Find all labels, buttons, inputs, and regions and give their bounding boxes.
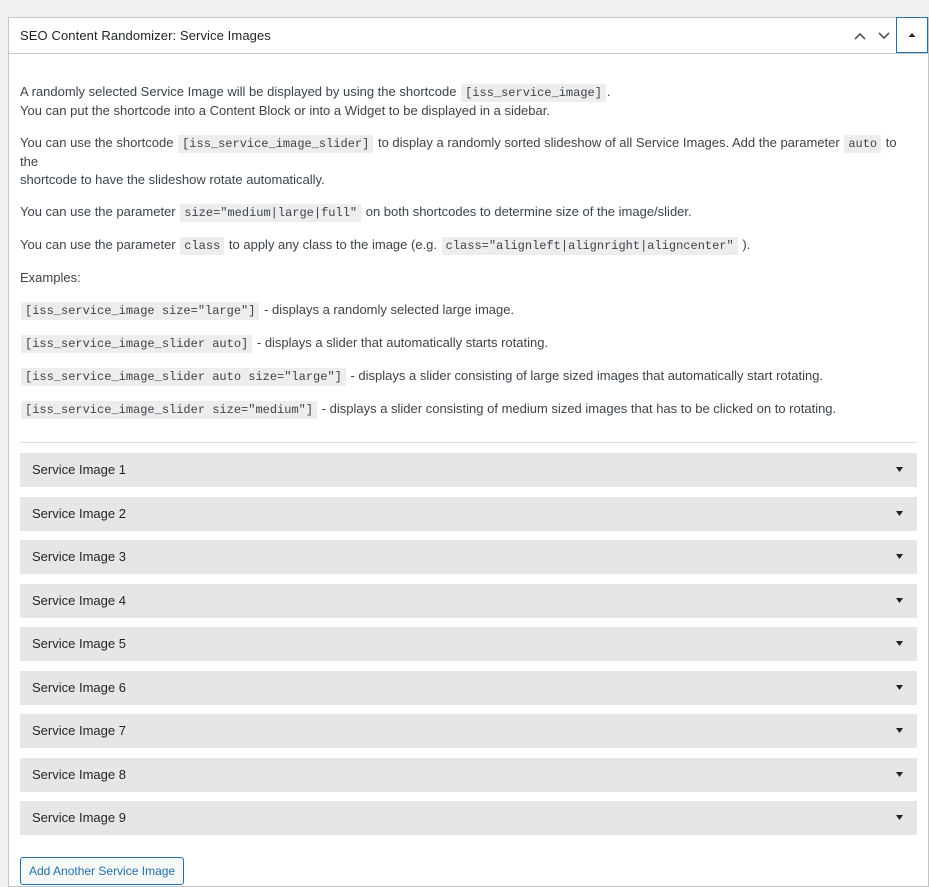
example-code: [iss_service_image_slider auto size="lar… bbox=[21, 368, 346, 386]
service-image-row-9[interactable]: Service Image 9 bbox=[20, 801, 917, 835]
triangle-down-icon bbox=[896, 597, 903, 603]
intro-paragraph: A randomly selected Service Image will b… bbox=[20, 83, 917, 120]
example-desc: - displays a slider consisting of large … bbox=[350, 368, 824, 383]
service-image-label: Service Image 3 bbox=[32, 549, 126, 564]
class-param-code: class bbox=[180, 237, 225, 255]
triangle-down-icon bbox=[896, 554, 903, 559]
triangle-down-icon bbox=[896, 684, 903, 690]
service-image-row-4[interactable]: Service Image 4 bbox=[20, 583, 917, 618]
intro-line-2: You can put the shortcode into a Content… bbox=[20, 103, 550, 118]
triangle-down-icon bbox=[896, 510, 903, 516]
metabox-content: A randomly selected Service Image will b… bbox=[9, 54, 928, 885]
example-code: [iss_service_image size="large"] bbox=[21, 302, 260, 320]
handle-actions bbox=[848, 17, 928, 53]
size-text-b: on both shortcodes to determine size of … bbox=[365, 204, 692, 219]
class-paragraph: You can use the parameter class to apply… bbox=[20, 236, 917, 255]
example-item: [iss_service_image_slider auto] - displa… bbox=[20, 334, 917, 353]
triangle-down-icon bbox=[896, 815, 903, 820]
examples-label: Examples: bbox=[20, 270, 81, 285]
intro-period: . bbox=[606, 84, 611, 99]
shortcode-code: [iss_service_image] bbox=[461, 84, 606, 102]
chevron-up-icon bbox=[854, 32, 866, 40]
service-image-row-8[interactable]: Service Image 8 bbox=[20, 757, 917, 792]
example-item: [iss_service_image size="large"] - displ… bbox=[20, 301, 917, 320]
triangle-down-icon bbox=[896, 641, 903, 646]
class-example-code: class="alignleft|alignright|aligncenter" bbox=[441, 237, 738, 255]
metabox-title: SEO Content Randomizer: Service Images bbox=[20, 28, 271, 43]
service-image-label: Service Image 7 bbox=[32, 723, 126, 738]
section-divider bbox=[20, 442, 917, 443]
move-up-button[interactable] bbox=[848, 18, 872, 53]
example-desc: - displays a randomly selected large ima… bbox=[264, 302, 515, 317]
size-param-code: size="medium|large|full" bbox=[180, 204, 362, 222]
auto-param-code: auto bbox=[844, 135, 882, 153]
intro-text: A randomly selected Service Image will b… bbox=[20, 84, 457, 99]
service-image-row-6[interactable]: Service Image 6 bbox=[20, 670, 917, 705]
service-image-row-5[interactable]: Service Image 5 bbox=[20, 627, 917, 661]
service-image-row-7[interactable]: Service Image 7 bbox=[20, 714, 917, 748]
add-service-image-button[interactable]: Add Another Service Image bbox=[20, 856, 185, 885]
toggle-panel-button[interactable] bbox=[896, 17, 928, 53]
example-desc: - displays a slider that automatically s… bbox=[256, 335, 549, 350]
slider-text-b: to display a randomly sorted slideshow o… bbox=[377, 135, 840, 150]
example-desc: - displays a slider consisting of medium… bbox=[321, 401, 837, 416]
example-code: [iss_service_image_slider size="medium"] bbox=[21, 401, 318, 419]
example-code: [iss_service_image_slider auto] bbox=[21, 335, 253, 353]
slider-paragraph: You can use the shortcode [iss_service_i… bbox=[20, 134, 917, 189]
size-paragraph: You can use the parameter size="medium|l… bbox=[20, 203, 917, 222]
slider-line-2: shortcode to have the slideshow rotate a… bbox=[20, 172, 325, 187]
class-text-b: to apply any class to the image (e.g. bbox=[228, 237, 438, 252]
class-text-a: You can use the parameter bbox=[20, 237, 176, 252]
triangle-down-icon bbox=[896, 771, 903, 777]
service-image-label: Service Image 4 bbox=[32, 592, 126, 608]
service-image-row-2[interactable]: Service Image 2 bbox=[20, 496, 917, 531]
example-item: [iss_service_image_slider auto size="lar… bbox=[20, 367, 917, 386]
metabox-header: SEO Content Randomizer: Service Images bbox=[9, 17, 928, 54]
triangle-down-icon bbox=[896, 467, 903, 472]
service-image-label: Service Image 8 bbox=[32, 766, 126, 782]
triangle-down-icon bbox=[896, 728, 903, 733]
service-image-label: Service Image 5 bbox=[32, 636, 126, 651]
service-image-row-1[interactable]: Service Image 1 bbox=[20, 453, 917, 487]
size-text-a: You can use the parameter bbox=[20, 204, 176, 219]
slider-text-a: You can use the shortcode bbox=[20, 135, 174, 150]
example-item: [iss_service_image_slider size="medium"]… bbox=[20, 400, 917, 419]
chevron-down-icon bbox=[878, 31, 890, 39]
service-image-label: Service Image 9 bbox=[32, 810, 126, 825]
service-image-label: Service Image 1 bbox=[32, 462, 126, 477]
service-image-label: Service Image 6 bbox=[32, 679, 126, 695]
service-image-row-3[interactable]: Service Image 3 bbox=[20, 540, 917, 574]
slider-shortcode-code: [iss_service_image_slider] bbox=[178, 135, 374, 153]
triangle-up-icon bbox=[908, 33, 916, 37]
move-down-button[interactable] bbox=[872, 18, 896, 53]
class-text-c: ). bbox=[742, 237, 751, 252]
service-image-list: Service Image 1 Service Image 2 Service … bbox=[20, 453, 917, 835]
service-image-label: Service Image 2 bbox=[32, 505, 126, 521]
service-images-metabox: SEO Content Randomizer: Service Images A… bbox=[8, 17, 929, 887]
